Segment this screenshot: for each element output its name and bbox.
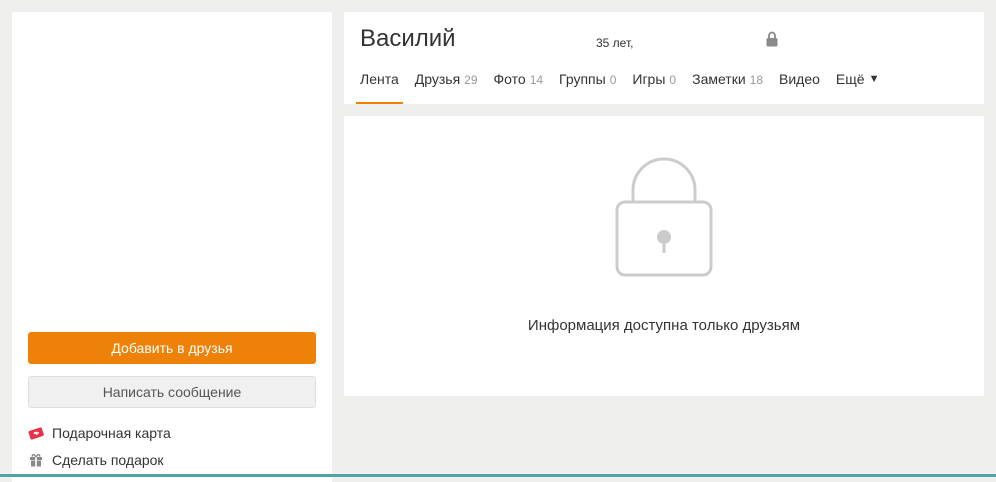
lock-icon <box>614 154 714 283</box>
tab-feed[interactable]: Лента <box>356 68 403 104</box>
profile-sidebar: Добавить в друзья Написать сообщение Под… <box>12 12 332 482</box>
tab-label: Видео <box>779 71 820 87</box>
profile-tabs: Лента Друзья 29 Фото 14 Группы 0 Игры 0 … <box>356 68 891 104</box>
tab-label: Лента <box>360 71 399 87</box>
gift-card-link[interactable]: Подарочная карта <box>28 423 171 443</box>
tab-count: 0 <box>669 73 677 87</box>
tab-label: Заметки <box>692 71 746 87</box>
gift-card-icon <box>28 425 44 441</box>
tab-groups[interactable]: Группы 0 <box>555 68 620 104</box>
user-name[interactable]: Василий <box>360 25 456 53</box>
tab-label: Фото <box>493 71 526 87</box>
tab-label: Игры <box>632 71 666 87</box>
tab-more[interactable]: Ещё ▼ <box>832 68 884 104</box>
tab-games[interactable]: Игры 0 <box>628 68 680 104</box>
caret-down-icon: ▼ <box>868 73 880 85</box>
tab-label: Ещё <box>835 71 865 87</box>
tab-count: 0 <box>609 73 617 87</box>
gift-icon <box>28 452 44 468</box>
tab-count: 14 <box>529 73 544 87</box>
tab-label: Группы <box>559 71 606 87</box>
private-info-message: Информация доступна только друзьям <box>527 317 801 334</box>
user-age: 35 лет, <box>596 36 634 50</box>
gift-card-label: Подарочная карта <box>52 425 171 441</box>
profile-header: Василий 35 лет, Лента Друзья 29 Фото 14 … <box>344 12 984 104</box>
tab-count: 29 <box>464 73 478 87</box>
tab-photos[interactable]: Фото 14 <box>490 68 548 104</box>
add-friend-button[interactable]: Добавить в друзья <box>28 332 316 364</box>
tab-video[interactable]: Видео <box>775 68 824 104</box>
send-message-button[interactable]: Написать сообщение <box>28 376 316 408</box>
tab-label: Друзья <box>414 71 461 87</box>
send-gift-link[interactable]: Сделать подарок <box>28 450 164 470</box>
gift-label: Сделать подарок <box>52 452 164 468</box>
private-content-panel: Информация доступна только друзьям <box>344 116 984 396</box>
private-profile-lock-icon <box>766 31 778 52</box>
tab-notes[interactable]: Заметки 18 <box>688 68 767 104</box>
tab-friends[interactable]: Друзья 29 <box>411 68 482 104</box>
tab-count: 18 <box>749 73 764 87</box>
